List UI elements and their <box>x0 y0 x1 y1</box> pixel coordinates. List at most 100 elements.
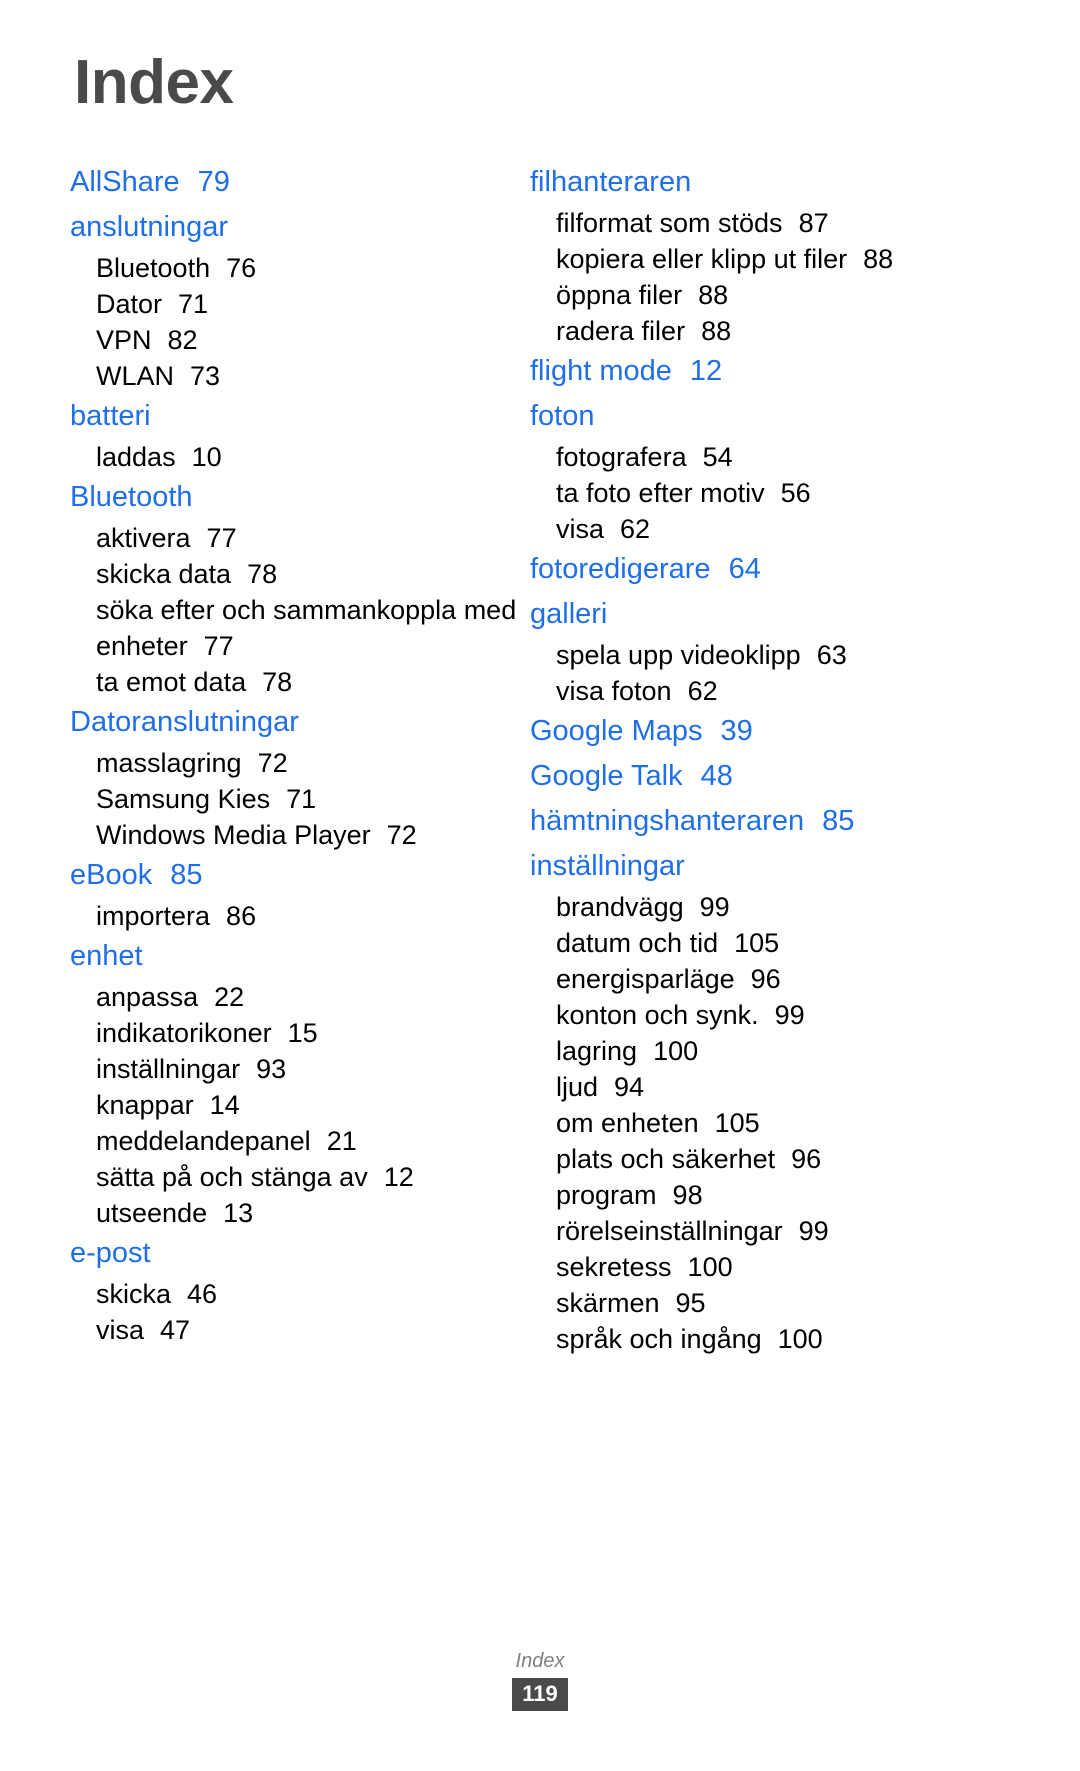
index-subentry[interactable]: radera filer 88 <box>556 313 990 349</box>
index-heading[interactable]: fotoredigerare 64 <box>530 547 990 592</box>
index-subentry-label: om enheten <box>556 1108 699 1138</box>
index-group: filhanteraren filformat som stöds 87 kopier… <box>530 160 990 349</box>
index-subentry-page: 94 <box>614 1072 645 1102</box>
index-subentry[interactable]: VPN 82 <box>96 322 530 358</box>
index-heading[interactable]: flight mode 12 <box>530 349 990 394</box>
index-subentry[interactable]: skicka 46 <box>96 1276 530 1312</box>
index-heading-label: anslutningar <box>70 211 228 243</box>
index-subentry[interactable]: ljud 94 <box>556 1069 990 1105</box>
index-heading[interactable]: galleri <box>530 592 990 637</box>
index-subentry[interactable]: masslagring 72 <box>96 745 530 781</box>
index-subentry-page: 62 <box>687 676 718 706</box>
index-subentry[interactable]: sekretess 100 <box>556 1249 990 1285</box>
index-heading-page: 85 <box>170 859 203 891</box>
index-subentry[interactable]: Samsung Kies 71 <box>96 781 530 817</box>
index-heading[interactable]: anslutningar <box>70 205 530 250</box>
index-subentry[interactable]: skicka data 78 <box>96 556 530 592</box>
index-heading-page: 39 <box>720 715 753 747</box>
index-heading[interactable]: inställningar <box>530 844 990 889</box>
index-subentry-page: 71 <box>286 784 317 814</box>
index-subentry[interactable]: program 98 <box>556 1177 990 1213</box>
index-subentry[interactable]: ta foto efter motiv 56 <box>556 475 990 511</box>
index-group: eBook 85 importera 86 <box>70 853 530 934</box>
index-subentry[interactable]: Bluetooth 76 <box>96 250 530 286</box>
index-heading[interactable]: Google Talk 48 <box>530 754 990 799</box>
index-group: fotoredigerare 64 <box>530 547 990 592</box>
index-group: anslutningar Bluetooth 76 Dator 71 VPN 82 WLAN 7… <box>70 205 530 394</box>
index-heading[interactable]: enhet <box>70 934 530 979</box>
index-subentry[interactable]: energisparläge 96 <box>556 961 990 997</box>
index-subentry[interactable]: datum och tid 105 <box>556 925 990 961</box>
index-subentry[interactable]: indikatorikoner 15 <box>96 1015 530 1051</box>
index-subentry[interactable]: plats och säkerhet 96 <box>556 1141 990 1177</box>
index-heading-label: hämtningshanteraren <box>530 805 805 837</box>
index-subentry[interactable]: meddelandepanel 21 <box>96 1123 530 1159</box>
index-subentry[interactable]: sätta på och stänga av 12 <box>96 1159 530 1195</box>
index-heading[interactable]: Bluetooth <box>70 475 530 520</box>
index-subentry-page: 99 <box>774 1000 805 1030</box>
index-subentry[interactable]: inställningar 93 <box>96 1051 530 1087</box>
index-subentry-page: 77 <box>203 631 234 661</box>
index-subentry-page: 63 <box>816 640 847 670</box>
index-subentry-page: 86 <box>226 901 257 931</box>
index-heading-label: inställningar <box>530 850 685 882</box>
index-subentry-label: inställningar <box>96 1054 241 1084</box>
index-subentry[interactable]: laddas 10 <box>96 439 530 475</box>
index-subentry-label: Dator <box>96 289 163 319</box>
index-subentry[interactable]: knappar 14 <box>96 1087 530 1123</box>
index-heading-label: e-post <box>70 1237 151 1269</box>
index-subentry-page: 71 <box>178 289 209 319</box>
index-subentry-page: 93 <box>256 1054 287 1084</box>
index-subentry-label: skärmen <box>556 1288 660 1318</box>
index-heading[interactable]: hämtningshanteraren 85 <box>530 799 990 844</box>
index-subentry[interactable]: ta emot data 78 <box>96 664 530 700</box>
index-subentry[interactable]: visa 47 <box>96 1312 530 1348</box>
index-subentry[interactable]: WLAN 73 <box>96 358 530 394</box>
index-subentry[interactable]: spela upp videoklipp 63 <box>556 637 990 673</box>
index-subentry[interactable]: visa foton 62 <box>556 673 990 709</box>
index-subentry-label: spela upp videoklipp <box>556 640 801 670</box>
index-subentry-label: konton och synk. <box>556 1000 759 1030</box>
index-subentry[interactable]: importera 86 <box>96 898 530 934</box>
index-subentry-page: 98 <box>672 1180 703 1210</box>
index-subentry-page: 21 <box>326 1126 357 1156</box>
index-subentry[interactable]: Dator 71 <box>96 286 530 322</box>
index-subentry[interactable]: visa 62 <box>556 511 990 547</box>
index-subentry[interactable]: utseende 13 <box>96 1195 530 1231</box>
index-heading[interactable]: foton <box>530 394 990 439</box>
index-heading[interactable]: e-post <box>70 1231 530 1276</box>
index-subentry-label: Bluetooth <box>96 253 211 283</box>
index-subentry[interactable]: konton och synk. 99 <box>556 997 990 1033</box>
index-heading-label: Google Maps <box>530 715 703 747</box>
index-subentry[interactable]: kopiera eller klipp ut filer 88 <box>556 241 990 277</box>
index-subentry[interactable]: söka efter och sammankoppla med enheter 7… <box>96 592 530 664</box>
index-heading[interactable]: Datoranslutningar <box>70 700 530 745</box>
index-subentry-label: aktivera <box>96 523 191 553</box>
index-subentry[interactable]: språk och ingång 100 <box>556 1321 990 1357</box>
index-subentry[interactable]: öppna filer 88 <box>556 277 990 313</box>
index-heading-label: galleri <box>530 598 608 630</box>
index-subentry-page: 105 <box>714 1108 760 1138</box>
index-heading[interactable]: filhanteraren <box>530 160 990 205</box>
index-subentry[interactable]: fotografera 54 <box>556 439 990 475</box>
index-heading-page: 48 <box>700 760 733 792</box>
index-heading[interactable]: batteri <box>70 394 530 439</box>
index-subentry[interactable]: Windows Media Player 72 <box>96 817 530 853</box>
index-heading-page: 79 <box>197 166 230 198</box>
index-subentry[interactable]: aktivera 77 <box>96 520 530 556</box>
index-subentry[interactable]: anpassa 22 <box>96 979 530 1015</box>
index-heading[interactable]: AllShare 79 <box>70 160 530 205</box>
index-heading[interactable]: eBook 85 <box>70 853 530 898</box>
index-subentry-page: 88 <box>701 316 732 346</box>
index-subentry[interactable]: rörelseinställningar 99 <box>556 1213 990 1249</box>
index-subentry-label: laddas <box>96 442 176 472</box>
index-subentry[interactable]: filformat som stöds 87 <box>556 205 990 241</box>
index-subentry-label: söka efter och sammankoppla med enheter <box>96 595 517 661</box>
index-subentry[interactable]: brandvägg 99 <box>556 889 990 925</box>
index-heading-label: AllShare <box>70 166 180 198</box>
index-subentry[interactable]: om enheten 105 <box>556 1105 990 1141</box>
index-heading[interactable]: Google Maps 39 <box>530 709 990 754</box>
index-heading-page: 12 <box>689 355 723 387</box>
index-subentry[interactable]: skärmen 95 <box>556 1285 990 1321</box>
index-subentry[interactable]: lagring 100 <box>556 1033 990 1069</box>
